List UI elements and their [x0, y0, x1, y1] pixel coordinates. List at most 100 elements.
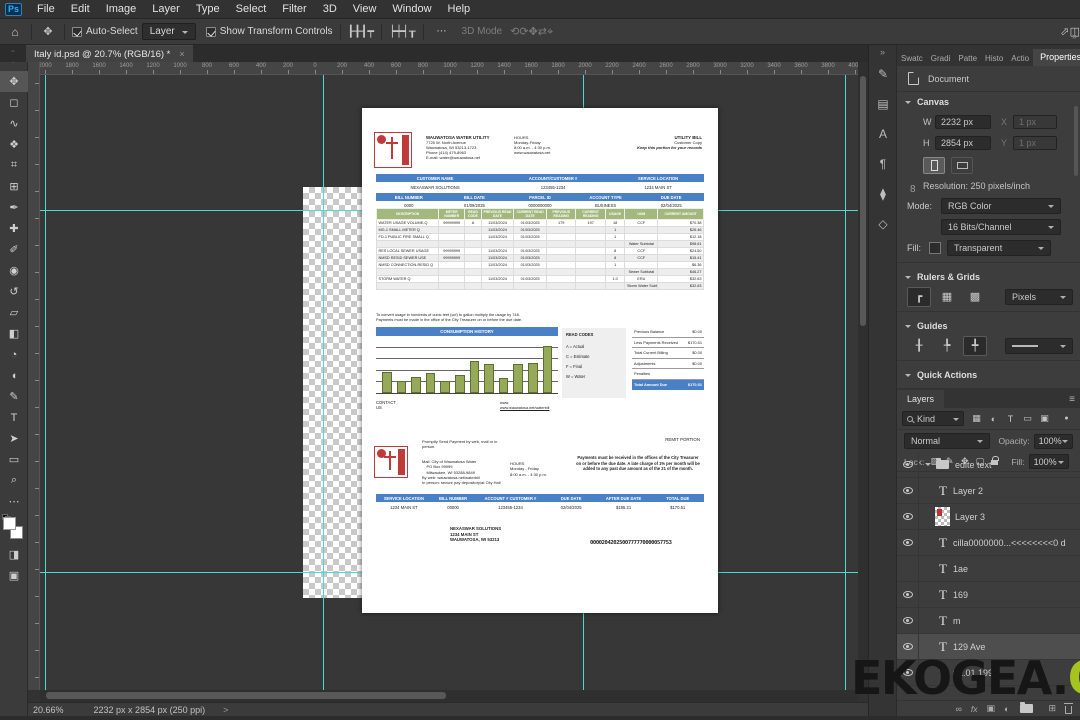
document-page[interactable]: WAUWATOSA WATER UTILITY 7725 W. North Av… — [362, 108, 718, 613]
dodge-tool[interactable]: ◖ — [0, 365, 28, 386]
layer-visibility-toggle[interactable] — [897, 503, 919, 530]
collapse-panel-icon[interactable]: » — [1072, 31, 1077, 41]
ruler-option-icon-1[interactable]: ▦ — [935, 287, 959, 307]
glyphs-panel-icon[interactable]: ⧫ — [869, 179, 897, 209]
layer-effects-icon[interactable]: fx — [971, 704, 978, 714]
delete-layer-icon[interactable] — [1064, 702, 1073, 714]
menu-image[interactable]: Image — [98, 3, 145, 15]
layer-visibility-toggle[interactable] — [897, 607, 919, 634]
layer-visibility-toggle[interactable] — [897, 529, 919, 556]
distribute-icon-3[interactable]: ┰ — [409, 26, 416, 38]
layer-row[interactable]: T 169 — [897, 581, 1080, 608]
guide-option-icon-2[interactable]: ╇ — [963, 335, 987, 356]
tab-histo[interactable]: Histo — [981, 54, 1007, 63]
menu-edit[interactable]: Edit — [63, 3, 98, 15]
tab-properties[interactable]: Properties — [1033, 49, 1080, 66]
layer-visibility-toggle[interactable] — [897, 477, 919, 504]
layer-row[interactable]: Layer 3 — [897, 503, 1080, 530]
gradient-tool[interactable]: ◧ — [0, 323, 28, 344]
collapse-panels-icon[interactable]: » — [869, 45, 896, 59]
filter-pixel-icon[interactable]: ▦ — [969, 411, 984, 426]
ruler-option-icon-2[interactable]: ▩ — [963, 287, 987, 307]
clone-stamp-tool[interactable]: ◉ — [0, 260, 28, 281]
quick-mask-icon[interactable]: ◨ — [0, 544, 28, 565]
layers-menu-icon[interactable]: ≡ — [1064, 391, 1080, 408]
panel-scrollbar[interactable] — [1074, 106, 1078, 176]
distribute-icon-2[interactable]: ┥ — [402, 26, 409, 38]
screen-mode-icon[interactable]: ▣ — [0, 565, 28, 586]
menu-help[interactable]: Help — [440, 3, 479, 15]
layer-row[interactable]: edite text — [897, 452, 1080, 478]
layer-row[interactable]: Tcilla0000000...<<<<<<<<0 d — [897, 529, 1080, 556]
fill-dropdown[interactable]: Transparent — [947, 239, 1051, 256]
history-brush-tool[interactable]: ↺ — [0, 281, 28, 302]
frame-tool[interactable]: ⊞ — [0, 176, 28, 197]
brush-tool[interactable]: ✐ — [0, 239, 28, 260]
quick-selection-tool[interactable]: ❖ — [0, 134, 28, 155]
marquee-tool[interactable]: ◻ — [0, 92, 28, 113]
layer-row[interactable]: Tm — [897, 607, 1080, 634]
guide-vertical[interactable] — [45, 75, 46, 690]
history-panel-icon[interactable]: ✎ — [869, 59, 897, 89]
menu-select[interactable]: Select — [228, 3, 275, 15]
bit-depth-dropdown[interactable]: 16 Bits/Channel — [941, 218, 1061, 235]
menu-file[interactable]: File — [29, 3, 63, 15]
vertical-scrollbar[interactable] — [858, 62, 868, 690]
color-swatches[interactable] — [0, 514, 28, 544]
align-icon-3[interactable]: ┯ — [367, 26, 374, 38]
menu-filter[interactable]: Filter — [274, 3, 314, 15]
blend-mode-dropdown[interactable]: Normal — [904, 433, 991, 449]
height-field[interactable]: 2854 px — [935, 135, 991, 150]
current-tool-icon[interactable]: ✥ — [39, 25, 57, 38]
guide-option-icon-1[interactable]: ╄ — [935, 336, 959, 356]
tab-actio[interactable]: Actio — [1007, 54, 1033, 63]
auto-select-checkbox[interactable] — [72, 26, 82, 37]
orientation-portrait-button[interactable] — [923, 156, 945, 174]
pen-tool[interactable]: ✎ — [0, 386, 28, 407]
lasso-tool[interactable]: ∿ — [0, 113, 28, 134]
eraser-tool[interactable]: ▱ — [0, 302, 28, 323]
link-dimensions-icon[interactable]: 8 — [910, 184, 916, 195]
horizontal-scrollbar[interactable] — [40, 690, 858, 702]
eyedropper-tool[interactable]: ✒ — [0, 197, 28, 218]
more-options-icon[interactable]: ⋯ — [437, 26, 448, 37]
filter-shape-icon[interactable]: ▭ — [1020, 411, 1035, 426]
align-icon-1[interactable]: ╂ — [354, 26, 361, 38]
libraries-panel-icon[interactable]: ◇ — [869, 209, 897, 239]
menu-view[interactable]: View — [345, 3, 385, 15]
type-tool[interactable]: T — [0, 407, 28, 428]
tab-gradi[interactable]: Gradi — [927, 54, 955, 63]
quick-actions-section-header[interactable]: Quick Actions — [897, 365, 1080, 384]
tab-swatc[interactable]: Swatc — [897, 54, 927, 63]
home-icon[interactable]: ⌂ — [6, 25, 24, 39]
canvas-section-header[interactable]: Canvas — [897, 92, 1080, 111]
guide-style-dropdown[interactable] — [1005, 337, 1073, 354]
color-mode-dropdown[interactable]: RGB Color — [941, 197, 1061, 214]
menu-3d[interactable]: 3D — [315, 3, 345, 15]
canvas-area[interactable]: WAUWATOSA WATER UTILITY 7725 W. North Av… — [40, 75, 858, 690]
adjustment-layer-icon[interactable]: ◐ — [1004, 704, 1009, 714]
layer-visibility-toggle[interactable] — [897, 555, 919, 582]
share-icon[interactable]: ⬀ — [1060, 26, 1069, 38]
layer-row[interactable]: T Layer 2 — [897, 477, 1080, 504]
distribute-icon-0[interactable]: ┝ — [389, 26, 396, 38]
guides-section-header[interactable]: Guides — [897, 316, 1080, 335]
filter-smart-object-icon[interactable]: ▣ — [1037, 411, 1052, 426]
blur-tool[interactable]: ◔ — [0, 344, 28, 365]
character-panel-icon[interactable]: A — [869, 119, 897, 149]
close-icon[interactable]: × — [179, 49, 184, 59]
menu-layer[interactable]: Layer — [144, 3, 188, 15]
filter-type-icon[interactable]: T — [1003, 411, 1018, 426]
paragraph-panel-icon[interactable]: ¶ — [869, 149, 897, 179]
opacity-field[interactable]: 100% — [1033, 433, 1073, 449]
show-transform-checkbox[interactable] — [205, 26, 216, 37]
guide-vertical[interactable] — [845, 75, 846, 690]
healing-brush-tool[interactable]: ✚ — [0, 218, 28, 239]
shape-tool[interactable]: ▭ — [0, 449, 28, 470]
move-tool[interactable]: ✥ — [0, 71, 28, 92]
filter-pin-icon[interactable]: ● — [1059, 411, 1074, 426]
ruler-option-icon-0[interactable]: ┏ — [907, 286, 931, 307]
menu-type[interactable]: Type — [188, 3, 228, 15]
new-group-icon[interactable] — [1020, 702, 1034, 713]
layer-visibility-toggle[interactable] — [897, 581, 919, 608]
